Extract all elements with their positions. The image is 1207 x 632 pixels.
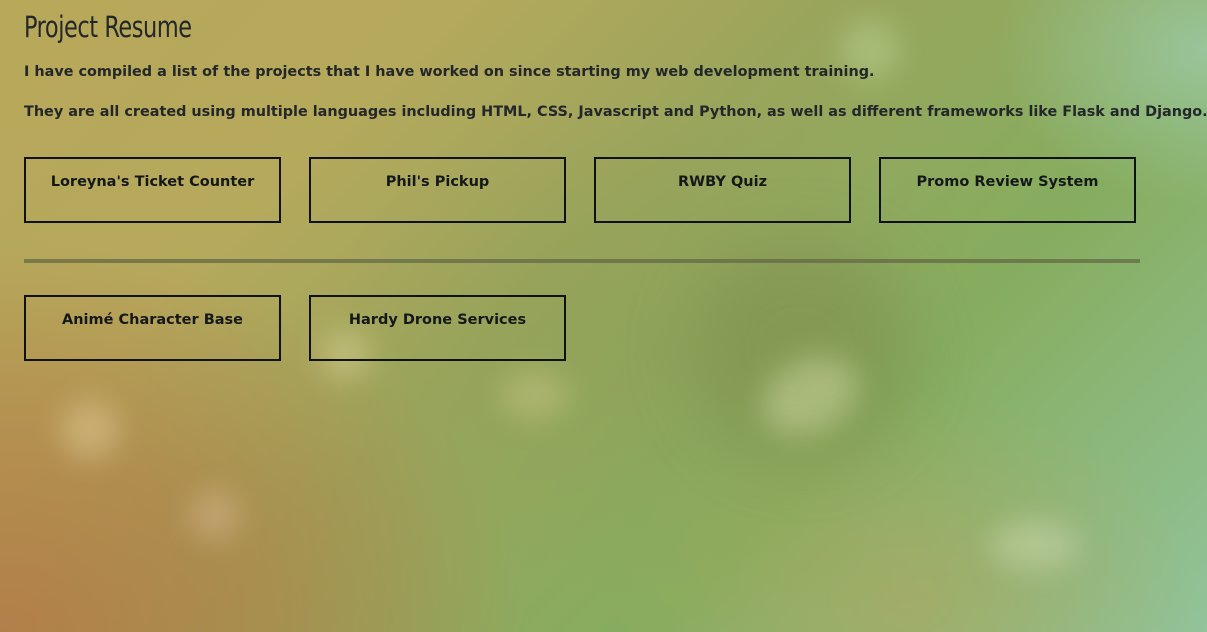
background-bokeh [500,370,570,420]
project-card-label: RWBY Quiz [677,174,768,190]
project-card-phils-pickup[interactable]: Phil's Pickup [309,157,566,223]
project-card-hardy-drone-services[interactable]: Hardy Drone Services [309,295,566,361]
project-card-label: Loreyna's Ticket Counter [50,174,255,190]
page-title: Project Resume [24,10,192,44]
intro-paragraph-2: They are all created using multiple lang… [24,104,1207,120]
project-card-label: Promo Review System [916,174,1099,190]
intro-paragraph-1: I have compiled a list of the projects t… [24,64,875,80]
background-bokeh [60,400,120,460]
background-bokeh [749,342,871,448]
section-divider [24,259,1140,263]
project-card-anime-character-base[interactable]: Animé Character Base [24,295,281,361]
project-card-label: Animé Character Base [61,312,244,328]
project-card-label: Phil's Pickup [385,174,490,190]
background-bokeh [690,240,910,460]
page: { "page": { "title": "Project Resume", "… [0,0,1207,632]
project-card-rwby-quiz[interactable]: RWBY Quiz [594,157,851,223]
background-bokeh [190,490,240,540]
background-bokeh [990,520,1080,570]
project-card-loreynas-ticket-counter[interactable]: Loreyna's Ticket Counter [24,157,281,223]
project-card-promo-review-system[interactable]: Promo Review System [879,157,1136,223]
project-card-label: Hardy Drone Services [348,312,527,328]
